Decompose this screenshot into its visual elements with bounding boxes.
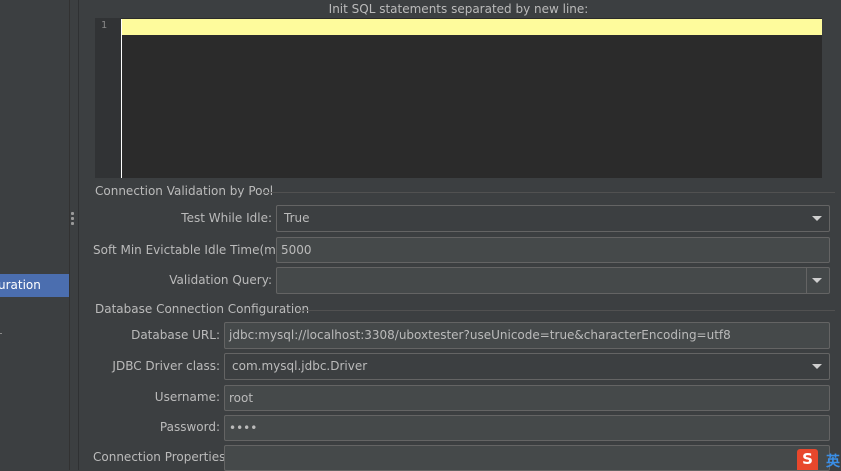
init-sql-editor[interactable]: 1 [95,18,822,178]
chevron-down-icon[interactable] [812,216,822,221]
left-sidebar [0,0,70,470]
connection-properties-field[interactable] [224,445,830,471]
username-value: root [229,391,254,405]
ime-mode-indicator[interactable]: 英 [826,451,840,471]
password-field[interactable]: •••• [224,415,830,441]
splitter-handle[interactable] [71,212,75,226]
section-title: Connection Validation by Pool [95,184,274,198]
database-url-value: jdbc:mysql://localhost:3308/uboxtester?u… [229,328,731,342]
panel-divider [78,0,79,470]
chevron-down-icon[interactable] [812,278,822,283]
section-divider [263,192,835,193]
line-number: 1 [101,20,108,31]
jdbc-driver-label: JDBC Driver class: [112,359,220,373]
soft-min-evictable-field[interactable]: 5000 [276,237,830,263]
database-url-label: Database URL: [131,328,220,342]
editor-gutter [95,18,121,178]
chevron-down-icon[interactable] [812,364,822,369]
validation-query-label: Validation Query: [169,273,272,287]
username-label: Username: [154,390,220,404]
section-title: Database Connection Configuration [95,302,310,316]
jdbc-driver-select[interactable]: com.mysql.jdbc.Driver [224,353,830,380]
connection-properties-label: Connection Properties: [93,450,230,464]
sidebar-item-label: uration [0,278,41,292]
test-while-idle-label: Test While Idle: [181,211,272,225]
password-value: •••• [229,421,258,435]
validation-section-header: Connection Validation by Pool [95,184,835,198]
db-section-header: Database Connection Configuration [95,302,835,316]
validation-query-combo[interactable] [276,267,830,294]
soft-min-evictable-value: 5000 [281,243,312,257]
combo-separator [806,268,807,293]
section-divider [297,310,835,311]
sidebar-tick [0,333,2,334]
init-sql-title: Init SQL statements separated by new lin… [328,2,589,16]
sogou-ime-icon[interactable]: S [797,449,818,470]
soft-min-evictable-label: Soft Min Evictable Idle Time(ms): [93,243,291,257]
current-line-highlight [121,19,822,35]
database-url-field[interactable]: jdbc:mysql://localhost:3308/uboxtester?u… [224,322,830,349]
test-while-idle-select[interactable]: True [276,205,830,232]
editor-caret [121,19,122,178]
test-while-idle-value: True [284,211,310,225]
sidebar-item-configuration[interactable]: uration [0,274,69,297]
username-field[interactable]: root [224,385,830,411]
jdbc-driver-value: com.mysql.jdbc.Driver [232,359,368,373]
password-label: Password: [159,420,220,434]
